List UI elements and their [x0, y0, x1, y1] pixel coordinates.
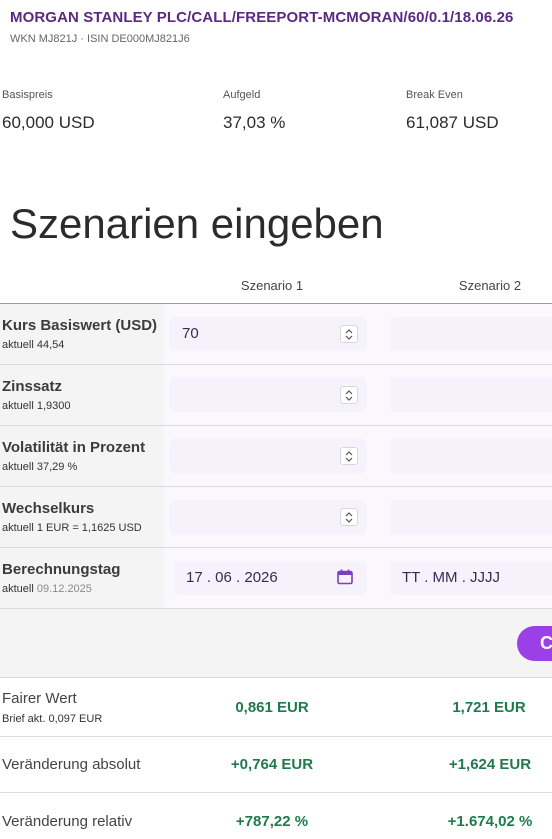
input-row-cells: 70 [164, 304, 552, 364]
result-value-s1: +787,22 % [235, 813, 309, 830]
kurs-basiswert-input-s2[interactable] [390, 317, 552, 351]
result-label: Veränderung relativ [2, 813, 133, 830]
row-current-value: aktuell 1,9300 [2, 400, 71, 412]
result-value-s1: +0,764 EUR [230, 756, 314, 773]
result-value-s2: +1.674,02 % [447, 813, 533, 830]
result-row-fairer-wert: Fairer Wert Brief akt. 0,097 EUR 0,861 E… [0, 678, 552, 736]
metric-label: Basispreis [2, 89, 53, 101]
input-row-cells [164, 487, 552, 547]
number-spinner-icon[interactable] [340, 447, 358, 465]
metric-break-even: Break Even 61,087 USD [406, 89, 499, 133]
result-value-s2: 1,721 EUR [452, 699, 526, 716]
row-title: Berechnungstag [2, 561, 121, 578]
metric-label: Break Even [406, 89, 463, 101]
row-current-value: aktuell 1 EUR = 1,1625 USD [2, 522, 142, 534]
input-row-cells [164, 426, 552, 486]
number-spinner-icon[interactable] [340, 325, 358, 343]
zinssatz-input-s1[interactable] [170, 378, 366, 412]
row-label-kurs-basiswert: Kurs Basiswert (USD) aktuell 44,54 [0, 304, 164, 364]
number-spinner-icon[interactable] [340, 386, 358, 404]
result-value-s2: +1,624 EUR [448, 756, 532, 773]
row-label-berechnungstag: Berechnungstag aktuell 09.12.2025 [0, 548, 164, 608]
row-label-volatilitaet: Volatilität in Prozent aktuell 37,29 % [0, 426, 164, 486]
volatilitaet-input-s1[interactable] [170, 439, 366, 473]
zinssatz-input-s2[interactable] [390, 378, 552, 412]
result-sub-label: Brief akt. 0,097 EUR [2, 713, 103, 725]
row-current-value: aktuell 09.12.2025 [2, 583, 92, 595]
metric-value: 61,087 USD [406, 113, 499, 132]
product-title: MORGAN STANLEY PLC/CALL/FREEPORT-MCMORAN… [10, 9, 514, 26]
wechselkurs-input-s1[interactable] [170, 500, 366, 534]
row-title: Volatilität in Prozent [2, 439, 146, 456]
calendar-icon[interactable] [336, 568, 354, 591]
kurs-basiswert-input-s1[interactable]: 70 [170, 317, 366, 351]
volatilitaet-input-s2[interactable] [390, 439, 552, 473]
column-header-scenario-1: Szenario 1 [240, 278, 304, 293]
row-label-wechselkurs: Wechselkurs aktuell 1 EUR = 1,1625 USD [0, 487, 164, 547]
row-title: Wechselkurs [2, 500, 95, 517]
row-current-value: aktuell 37,29 % [2, 461, 78, 473]
input-row-cells: 17 . 06 . 2026 TT . MM . JJJJ [164, 548, 552, 608]
column-header-scenario-2: Szenario 2 [458, 278, 522, 293]
row-title: Zinssatz [2, 378, 63, 395]
berechnungstag-date-input-s2[interactable]: TT . MM . JJJJ [390, 561, 552, 595]
metric-aufgeld: Aufgeld 37,03 % [223, 89, 285, 133]
action-bar: C [0, 609, 552, 677]
result-row-veraenderung-absolut: Veränderung absolut +0,764 EUR +1,624 EU… [0, 737, 552, 792]
calculate-button[interactable]: C [517, 626, 552, 661]
input-row-cells [164, 365, 552, 425]
berechnungstag-date-input-s1[interactable]: 17 . 06 . 2026 [174, 561, 366, 595]
result-label: Fairer Wert [2, 690, 77, 707]
metric-value: 60,000 USD [2, 113, 95, 132]
product-identifiers: WKN MJ821J · ISIN DE000MJ821J6 [10, 33, 190, 45]
metric-value: 37,03 % [223, 113, 286, 132]
wechselkurs-input-s2[interactable] [390, 500, 552, 534]
metric-basispreis: Basispreis 60,000 USD [2, 89, 95, 133]
result-label: Veränderung absolut [2, 756, 141, 773]
row-title: Kurs Basiswert (USD) [2, 317, 158, 334]
row-current-value: aktuell 44,54 [2, 339, 65, 351]
metric-label: Aufgeld [223, 89, 261, 101]
number-spinner-icon[interactable] [340, 508, 358, 526]
result-row-veraenderung-relativ: Veränderung relativ +787,22 % +1.674,02 … [0, 793, 552, 839]
row-label-zinssatz: Zinssatz aktuell 1,9300 [0, 365, 164, 425]
result-value-s1: 0,861 EUR [235, 699, 309, 716]
section-heading: Szenarien eingeben [10, 200, 384, 247]
